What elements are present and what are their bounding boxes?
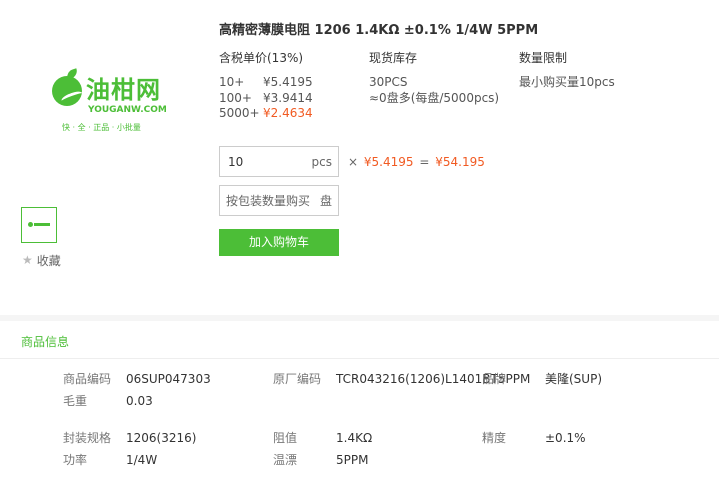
- accuracy-label: 精度: [482, 431, 507, 445]
- product-title: 高精密薄膜电阻 1206 1.4KΩ ±0.1% 1/4W 5PPM: [219, 23, 539, 38]
- package-quantity-input[interactable]: 按包装数量购买 盘: [219, 185, 339, 216]
- star-icon: ★: [22, 253, 33, 267]
- tempco-value: 5PPM: [336, 453, 369, 467]
- leaf-icon: [64, 68, 80, 80]
- mfr-code-label: 原厂编码: [273, 372, 322, 386]
- accuracy-value: ±0.1%: [545, 431, 586, 445]
- brand-value: 美隆(SUP): [545, 372, 603, 386]
- info-divider: [0, 358, 719, 359]
- limit-header: 数量限制: [519, 51, 568, 65]
- resistance-value: 1.4KΩ: [336, 431, 373, 445]
- quantity-unit: pcs: [311, 155, 332, 169]
- favorite-label: 收藏: [36, 253, 61, 268]
- package-label: 封装规格: [63, 431, 112, 445]
- logo-name-cn: 油柑网: [86, 76, 161, 104]
- unit-price: ¥5.4195: [363, 155, 414, 169]
- stock-reel: ≈0盘多(每盘/5000pcs): [369, 91, 500, 105]
- quantity-input[interactable]: 10 pcs: [219, 146, 339, 177]
- price-tier: 5000+ ¥2.4634: [219, 106, 313, 120]
- section-divider: [0, 315, 719, 321]
- code-label: 商品编码: [63, 372, 112, 386]
- tier-qty: 5000+: [219, 106, 260, 120]
- price-header: 含税单价(13%): [219, 51, 304, 65]
- times-sign: ×: [348, 155, 359, 169]
- weight-label: 毛重: [63, 394, 88, 408]
- logo-name-en: YOUGANW.COM: [88, 105, 167, 115]
- package-value: 1206(3216): [126, 431, 197, 445]
- tempco-label: 温漂: [273, 453, 298, 467]
- tier-qty: 100+: [219, 91, 252, 105]
- resistance-label: 阻值: [273, 431, 298, 445]
- tier-price-highlight: ¥2.4634: [263, 106, 313, 120]
- orange-icon: [52, 76, 84, 106]
- info-section-title: 商品信息: [21, 335, 70, 349]
- logo-thumbnail-icon: [28, 222, 52, 228]
- tier-qty: 10+: [219, 75, 245, 89]
- stock-count: 30PCS: [369, 75, 408, 89]
- code-value: 06SUP047303: [126, 372, 211, 386]
- product-thumbnail[interactable]: [21, 207, 57, 243]
- power-label: 功率: [63, 453, 88, 467]
- package-placeholder: 按包装数量购买: [226, 194, 311, 208]
- price-calculation: × ¥5.4195 = ¥54.195: [346, 155, 485, 169]
- logo-slogan: 快 · 全 · 正品 · 小批量: [62, 123, 141, 132]
- stock-header: 现货库存: [369, 51, 418, 65]
- tier-price: ¥3.9414: [263, 91, 313, 105]
- tier-price: ¥5.4195: [263, 75, 313, 89]
- favorite-button[interactable]: ★ 收藏: [22, 252, 61, 268]
- package-unit: 盘: [319, 194, 332, 208]
- add-to-cart-button[interactable]: 加入购物车: [219, 229, 339, 256]
- total-price: ¥54.195: [435, 155, 485, 169]
- weight-value: 0.03: [126, 394, 153, 408]
- product-image-logo: 油柑网 YOUGANW.COM 快 · 全 · 正品 · 小批量: [48, 68, 168, 140]
- quantity-value: 10: [228, 155, 244, 169]
- product-panel: 油柑网 YOUGANW.COM 快 · 全 · 正品 · 小批量 ★ 收藏 高精…: [0, 0, 719, 315]
- brand-label: 品牌: [482, 372, 507, 386]
- price-tier: 100+ ¥3.9414: [219, 91, 313, 105]
- min-purchase: 最小购买量10pcs: [519, 75, 615, 89]
- equals-sign: =: [419, 155, 430, 169]
- price-tier: 10+ ¥5.4195: [219, 75, 313, 89]
- power-value: 1/4W: [126, 453, 158, 467]
